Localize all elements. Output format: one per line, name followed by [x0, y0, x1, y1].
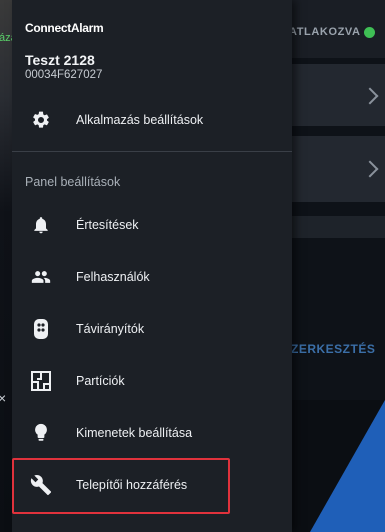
background-card-3 [292, 216, 385, 238]
section-title-panel-settings: Panel beállítások [25, 175, 121, 189]
menu-item-partitions[interactable]: Partíciók [12, 358, 292, 404]
background-blue-shape [310, 400, 385, 532]
menu-item-label: Értesítések [76, 218, 139, 232]
menu-item-label: Távirányítók [76, 322, 145, 336]
background-left-strip [0, 0, 12, 532]
menu-item-label: Kimenetek beállítása [76, 426, 193, 440]
bell-icon [30, 214, 52, 236]
menu-item-users[interactable]: Felhasználók [12, 254, 292, 300]
menu-item-installer-access[interactable]: Telepítői hozzáférés [12, 462, 292, 508]
navigation-drawer: ConnectAlarm Teszt 2128 00034F627027 Alk… [12, 0, 292, 532]
panel-id: 00034F627027 [25, 69, 103, 81]
lightbulb-icon [30, 422, 52, 444]
background-edit-link[interactable]: ZERKESZTÉS [291, 342, 375, 356]
menu-item-label: Felhasználók [76, 270, 150, 284]
remote-icon [30, 318, 52, 340]
connection-status-dot [364, 27, 375, 38]
menu-item-outputs[interactable]: Kimenetek beállítása [12, 410, 292, 456]
connection-status-text: ATLAKOZVA [289, 26, 361, 38]
panel-name: Teszt 2128 [25, 52, 95, 68]
menu-item-app-settings[interactable]: Alkalmazás beállítások [12, 97, 292, 143]
floorplan-icon [30, 370, 52, 392]
app-brand: ConnectAlarm [25, 21, 104, 35]
menu-item-label: Alkalmazás beállítások [76, 113, 204, 127]
gear-icon [30, 109, 52, 131]
menu-item-notifications[interactable]: Értesítések [12, 202, 292, 248]
menu-item-label: Telepítői hozzáférés [76, 478, 188, 492]
wrench-icon [30, 474, 52, 496]
menu-divider [12, 151, 292, 152]
menu-item-remotes[interactable]: Távirányítók [12, 306, 292, 352]
menu-item-label: Partíciók [76, 374, 125, 388]
users-icon [30, 266, 52, 288]
background-cross-glyph: × [0, 390, 7, 406]
